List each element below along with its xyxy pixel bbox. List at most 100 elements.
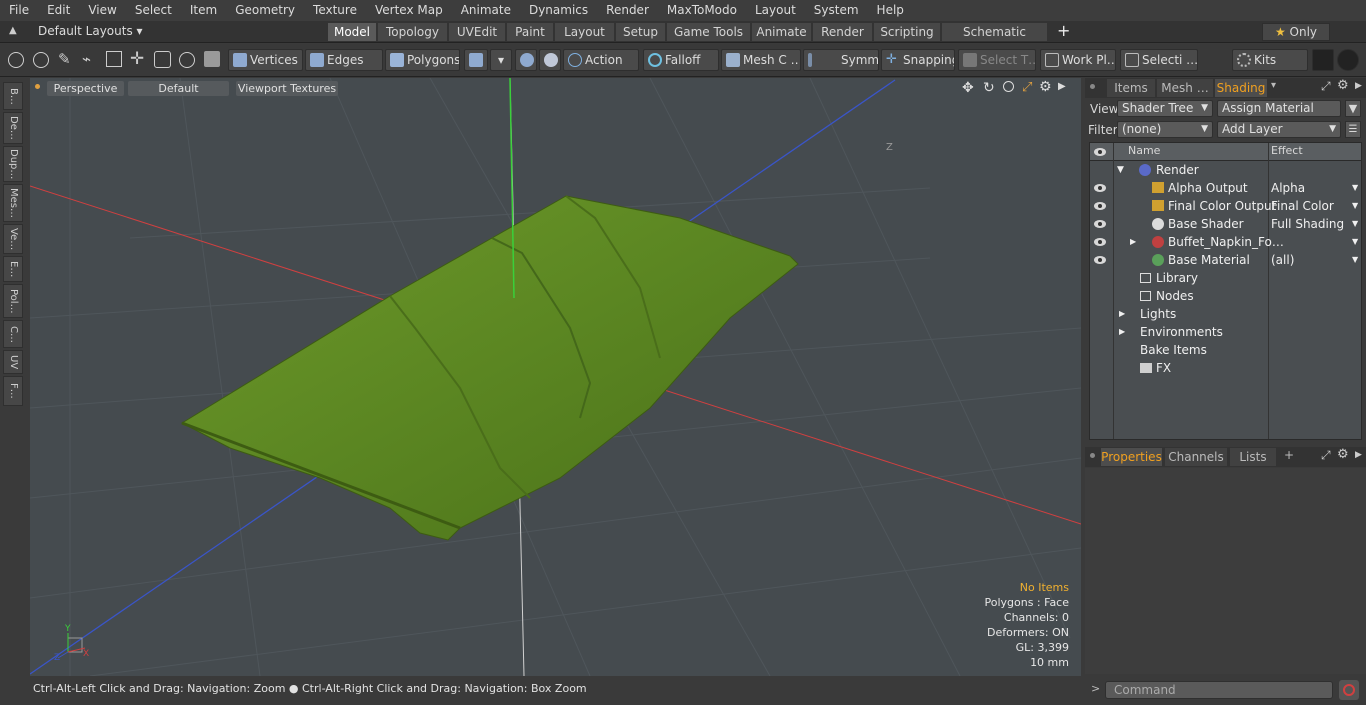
tab-shading[interactable]: Shading xyxy=(1215,79,1267,97)
menu-help[interactable]: Help xyxy=(868,0,913,21)
filter-funnel-icon[interactable]: ▼ xyxy=(1345,100,1361,117)
left-tab-basic[interactable]: B… xyxy=(3,82,23,110)
list-options-icon[interactable]: ☰ xyxy=(1345,121,1361,138)
globe-icon[interactable] xyxy=(33,52,49,68)
add-layer-dropdown[interactable]: Add Layer ▼ xyxy=(1217,121,1341,138)
left-tab-uv[interactable]: UV xyxy=(3,350,23,374)
polygons-button[interactable]: Polygons xyxy=(385,49,460,71)
expand-arrow-icon[interactable]: ▶ xyxy=(1119,305,1125,323)
visibility-eye-icon[interactable] xyxy=(1094,220,1106,228)
viewport-gear-icon[interactable]: ⚙ xyxy=(1039,79,1052,95)
tab-model[interactable]: Model xyxy=(328,23,377,41)
column-effect[interactable]: Effect xyxy=(1271,144,1303,157)
menu-item[interactable]: Item xyxy=(181,0,226,21)
left-tab-edge[interactable]: E… xyxy=(3,256,23,282)
visibility-eye-icon[interactable] xyxy=(1094,238,1106,246)
record-icon[interactable] xyxy=(1339,680,1359,700)
panel-gear-icon[interactable]: ⚙ xyxy=(1337,447,1349,462)
expand-arrow-icon[interactable]: ▶ xyxy=(1119,323,1125,341)
add-tab-button[interactable]: + xyxy=(1284,448,1294,462)
zoom-icon[interactable] xyxy=(1003,81,1014,92)
visibility-eye-icon[interactable] xyxy=(1094,184,1106,192)
select-circle-icon[interactable] xyxy=(8,52,24,68)
panel-menu-dot[interactable] xyxy=(1090,453,1095,458)
menu-geometry[interactable]: Geometry xyxy=(226,0,304,21)
layout-preset-dropdown[interactable]: Default Layouts ▾ xyxy=(38,24,143,38)
selection-sets-button[interactable]: Selecti … xyxy=(1120,49,1198,71)
lasso-icon[interactable]: ⌁ xyxy=(82,50,91,68)
menu-vertex-map[interactable]: Vertex Map xyxy=(366,0,452,21)
effect-value[interactable]: Final Color xyxy=(1271,197,1334,215)
left-tab-deform[interactable]: De… xyxy=(3,112,23,144)
tab-game-tools[interactable]: Game Tools xyxy=(667,23,751,41)
move-icon[interactable]: ✛ xyxy=(130,49,144,69)
edges-button[interactable]: Edges xyxy=(305,49,383,71)
3d-viewport[interactable]: Z Y X Z Perspective Default Viewport Tex… xyxy=(30,78,1081,676)
tree-row-alpha-output[interactable]: Alpha Output Alpha ▼ xyxy=(1090,179,1363,197)
visibility-eye-icon[interactable] xyxy=(1094,256,1106,264)
tree-row-fx[interactable]: FX xyxy=(1090,359,1363,377)
panel-expand-icon[interactable]: ▶ xyxy=(1355,450,1362,460)
tab-scripting[interactable]: Scripting xyxy=(874,23,941,41)
tree-row-base-material[interactable]: Base Material (all) ▼ xyxy=(1090,251,1363,269)
left-tab-vertex[interactable]: Ve… xyxy=(3,224,23,254)
tab-properties[interactable]: Properties xyxy=(1101,448,1162,466)
add-tab-button[interactable]: + xyxy=(1057,21,1070,40)
collapse-arrow-icon[interactable]: ▼ xyxy=(1117,161,1124,179)
napkin-mesh[interactable] xyxy=(180,195,799,541)
chevron-down-icon[interactable]: ▼ xyxy=(1352,251,1358,269)
symmetry-button[interactable]: Symm … xyxy=(803,49,879,71)
viewport-expand-icon[interactable]: ▶ xyxy=(1058,81,1066,92)
tab-setup[interactable]: Setup xyxy=(616,23,666,41)
tree-row-library[interactable]: Library xyxy=(1090,269,1363,287)
left-tab-curve[interactable]: C… xyxy=(3,320,23,348)
panel-maximize-icon[interactable]: ⤢ xyxy=(1321,79,1331,94)
tab-layout[interactable]: Layout xyxy=(555,23,615,41)
symmetry-toggle-1[interactable] xyxy=(515,49,537,71)
tab-schematic-fusion[interactable]: Schematic Fusion xyxy=(942,23,1048,57)
menu-layout[interactable]: Layout xyxy=(746,0,805,21)
chevron-down-icon[interactable]: ▼ xyxy=(1352,215,1358,233)
assign-material-field[interactable]: Assign Material xyxy=(1217,100,1341,117)
vertices-button[interactable]: Vertices xyxy=(228,49,303,71)
snapping-button[interactable]: ✛ Snapping xyxy=(881,49,955,71)
tree-row-nodes[interactable]: Nodes xyxy=(1090,287,1363,305)
unreal-icon[interactable] xyxy=(1337,49,1359,71)
material-mode-button[interactable] xyxy=(464,49,488,71)
tree-row-environments[interactable]: ▶ Environments xyxy=(1090,323,1363,341)
rotate-icon[interactable] xyxy=(154,51,171,68)
tree-row-bake-items[interactable]: Bake Items xyxy=(1090,341,1363,359)
menu-select[interactable]: Select xyxy=(126,0,181,21)
only-toggle[interactable]: ★ Only xyxy=(1262,23,1330,41)
tree-row-render[interactable]: ▼ Render xyxy=(1090,161,1363,179)
tab-items[interactable]: Items xyxy=(1107,79,1155,97)
expand-arrow-icon[interactable]: ▶ xyxy=(1130,233,1136,251)
menu-view[interactable]: View xyxy=(79,0,125,21)
tabs-dropdown-icon[interactable]: ▾ xyxy=(1271,80,1276,91)
viewport-menu-dot[interactable] xyxy=(35,84,40,89)
action-center-button[interactable]: Action xyxy=(563,49,639,71)
panel-expand-icon[interactable]: ▶ xyxy=(1355,81,1362,91)
visibility-eye-icon[interactable] xyxy=(1094,202,1106,210)
kits-button[interactable]: Kits xyxy=(1232,49,1308,71)
viewport-scene[interactable]: Z Y X Z xyxy=(30,78,1081,676)
tab-paint[interactable]: Paint xyxy=(507,23,554,41)
menu-animate[interactable]: Animate xyxy=(452,0,520,21)
menu-system[interactable]: System xyxy=(805,0,868,21)
falloff-button[interactable]: Falloff xyxy=(643,49,719,71)
maximize-icon[interactable]: ⤢ xyxy=(1022,80,1032,95)
column-name[interactable]: Name xyxy=(1128,144,1160,157)
tree-row-final-color-output[interactable]: Final Color Output Final Color ▼ xyxy=(1090,197,1363,215)
orbit-icon[interactable]: ↻ xyxy=(983,80,995,96)
tab-animate[interactable]: Animate xyxy=(752,23,812,41)
chevron-down-icon[interactable]: ▼ xyxy=(1352,179,1358,197)
left-tab-mesh-edit[interactable]: Mes… xyxy=(3,184,23,222)
tree-row-napkin-material[interactable]: ▶ Buffet_Napkin_Fo… ▼ xyxy=(1090,233,1363,251)
tab-topology[interactable]: Topology xyxy=(378,23,448,41)
item-mode-icon[interactable] xyxy=(204,51,220,67)
tab-render[interactable]: Render xyxy=(813,23,873,41)
pan-icon[interactable]: ✥ xyxy=(962,80,974,96)
tab-mesh[interactable]: Mesh … xyxy=(1157,79,1213,97)
transform-icon[interactable] xyxy=(106,51,122,67)
view-type-button[interactable]: Perspective xyxy=(47,81,124,96)
